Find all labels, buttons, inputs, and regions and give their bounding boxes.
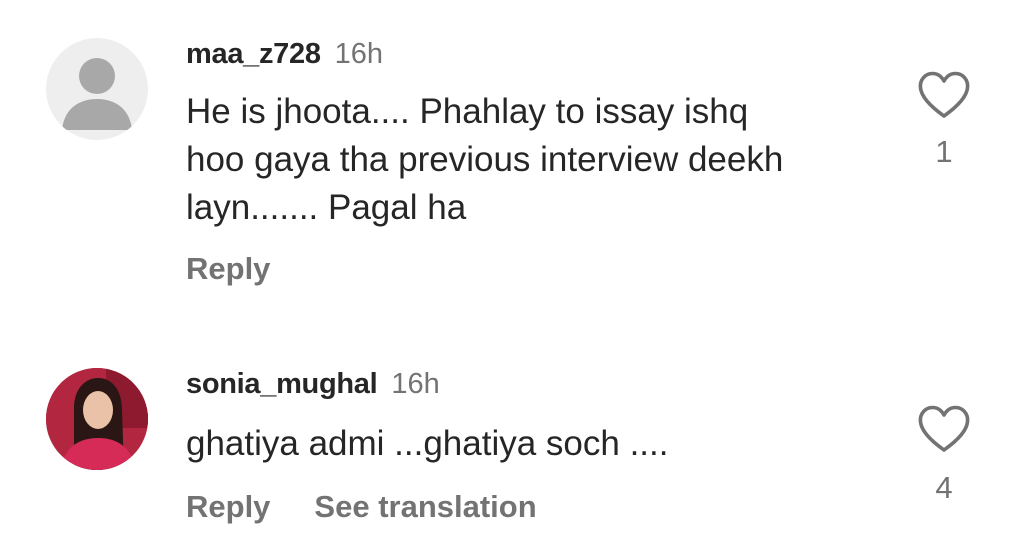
reply-button[interactable]: Reply	[186, 251, 270, 286]
timestamp: 16h	[334, 38, 384, 70]
comment-text: ghatiya admi ...ghatiya soch ....	[186, 424, 669, 463]
timestamp: 16h	[391, 368, 440, 400]
username[interactable]: maa_z728	[186, 38, 321, 70]
avatar[interactable]	[46, 368, 148, 470]
like-section: 4	[916, 404, 972, 508]
heart-icon	[918, 71, 970, 118]
like-button[interactable]	[916, 70, 972, 120]
heart-icon	[918, 405, 970, 452]
comment-item: maa_z728 16h He is jhoota.... Phahlay to …	[0, 0, 1024, 330]
like-count: 4	[935, 470, 953, 505]
like-button[interactable]	[916, 404, 972, 454]
username[interactable]: sonia_mughal	[186, 368, 378, 400]
see-translation-button[interactable]: See translation	[314, 489, 536, 524]
comment-item: sonia_mughal 16h ghatiya admi ...ghatiya …	[0, 330, 1024, 552]
comment-actions: Reply See translation	[186, 485, 581, 529]
profile-photo	[46, 368, 148, 470]
comment-meta: maa_z728 16h	[186, 34, 383, 74]
like-count: 1	[935, 134, 953, 169]
like-section: 1	[916, 70, 972, 172]
comments-list: maa_z728 16h He is jhoota.... Phahlay to …	[0, 0, 1024, 552]
default-user-icon	[62, 58, 132, 130]
comment-meta: sonia_mughal 16h	[186, 364, 440, 404]
reply-button[interactable]: Reply	[186, 489, 270, 524]
comment-text: He is jhoota.... Phahlay to issay ishq h…	[186, 92, 784, 227]
comment-actions: Reply	[186, 247, 314, 291]
avatar[interactable]	[46, 38, 148, 140]
